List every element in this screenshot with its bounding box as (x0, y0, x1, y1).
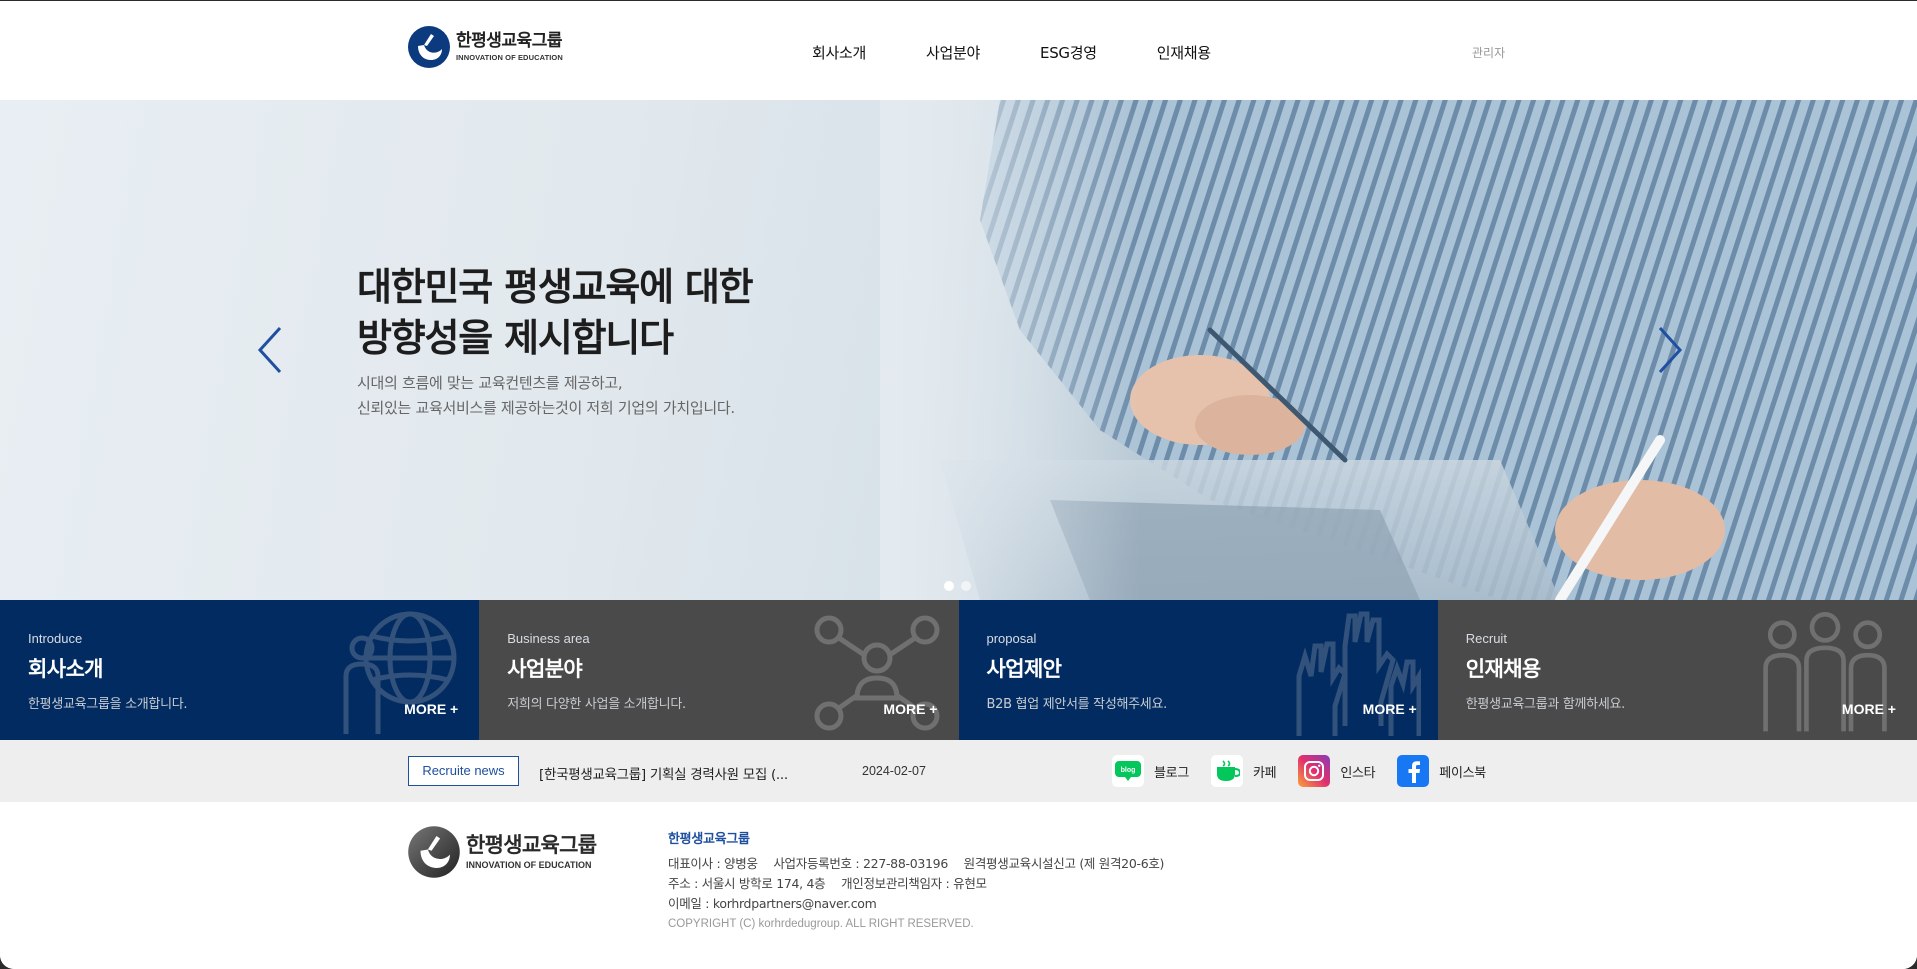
footer-email: 이메일 : korhrdpartners@naver.com (668, 896, 877, 911)
hero-subtitle-line-1: 시대의 흐름에 맞는 교육컨텐츠를 제공하고, (357, 374, 623, 392)
news-bar: Recruite news [한국평생교육그룹] 기획실 경력사원 모집 (..… (0, 740, 1917, 802)
footer-privacy-officer: 개인정보관리책임자 : 유현모 (841, 876, 987, 891)
footer-logo-english-text: INNOVATION OF EDUCATION (466, 859, 592, 870)
hero-subtitle: 시대의 흐름에 맞는 교육컨텐츠를 제공하고, 신뢰있는 교육서비스를 제공하는… (357, 371, 877, 421)
quick-more-link[interactable]: MORE + (883, 701, 937, 717)
hero-title: 대한민국 평생교육에 대한 방향성을 제시합니다 (357, 262, 877, 364)
site-header: 한평생교육그룹 INNOVATION OF EDUCATION 회사소개 사업분… (0, 0, 1917, 100)
footer-line-1: 대표이사 : 양병웅 사업자등록번호 : 227-88-03196 원격평생교육… (668, 854, 1164, 874)
footer-logo-mark-icon (408, 826, 460, 878)
news-headline-link[interactable]: [한국평생교육그룹] 기획실 경력사원 모집 (... (539, 763, 788, 783)
blog-icon: blog (1112, 755, 1144, 787)
footer-address: 주소 : 서울시 방학로 174, 4층 (668, 876, 826, 891)
sns-blog-link[interactable]: blog 블로그 (1112, 755, 1189, 787)
sns-label: 페이스북 (1439, 765, 1486, 781)
sns-cafe-link[interactable]: 카페 (1210, 755, 1277, 787)
quick-more-link[interactable]: MORE + (404, 701, 458, 717)
nav-item-company[interactable]: 회사소개 (812, 42, 866, 63)
instagram-icon (1298, 755, 1331, 787)
sns-facebook-link[interactable]: 페이스북 (1397, 755, 1486, 787)
quick-desc: 저희의 다양한 사업을 소개합니다. (507, 697, 686, 712)
quick-desc: 한평생교육그룹과 함께하세요. (1465, 697, 1626, 712)
site-footer: 한평생교육그룹 INNOVATION OF EDUCATION 한평생교육그룹 … (0, 802, 1917, 969)
footer-company-name: 한평생교육그룹 (668, 832, 750, 847)
slider-prev-arrow-icon[interactable] (250, 320, 290, 380)
hero-title-line-1: 대한민국 평생교육에 대한 (357, 265, 754, 309)
logo-mark-icon (408, 26, 450, 68)
quick-en-label: proposal (986, 631, 1037, 646)
footer-line-3: 이메일 : korhrdpartners@naver.com (668, 894, 1164, 914)
sns-label: 인스타 (1340, 765, 1376, 781)
quick-en-label: Business area (507, 631, 590, 646)
hero-slider: 대한민국 평생교육에 대한 방향성을 제시합니다 시대의 흐름에 맞는 교육컨텐… (0, 100, 1917, 600)
quick-more-link[interactable]: MORE + (1363, 701, 1417, 717)
quick-menu: Introduce 회사소개 한평생교육그룹을 소개합니다. MORE + Bu… (0, 600, 1917, 740)
page: 한평생교육그룹 INNOVATION OF EDUCATION 회사소개 사업분… (0, 0, 1917, 969)
footer-business-number: 사업자등록번호 : 227-88-03196 (773, 856, 948, 871)
quick-title: 인재채용 (1465, 657, 1541, 681)
svg-text:blog: blog (1121, 767, 1136, 774)
admin-link[interactable]: 관리자 (1472, 44, 1505, 61)
news-date: 2024-02-07 (862, 764, 926, 778)
quick-title: 사업분야 (507, 657, 583, 681)
slider-next-arrow-icon[interactable] (1650, 320, 1690, 380)
footer-ceo: 대표이사 : 양병웅 (668, 856, 758, 871)
quick-desc: 한평생교육그룹을 소개합니다. (28, 697, 188, 712)
logo-english-text: INNOVATION OF EDUCATION (456, 52, 563, 62)
quick-more-link[interactable]: MORE + (1842, 701, 1896, 717)
slider-pagination (944, 581, 978, 591)
sns-instagram-link[interactable]: 인스타 (1298, 755, 1376, 787)
footer-facility-registration: 원격평생교육시설신고 (제 원격20-6호) (963, 856, 1165, 871)
hero-title-line-2: 방향성을 제시합니다 (357, 316, 674, 360)
hero-subtitle-line-2: 신뢰있는 교육서비스를 제공하는것이 저희 기업의 가치입니다. (357, 399, 735, 417)
main-nav: 회사소개 사업분야 ESG경영 인재채용 (812, 42, 1211, 63)
nav-item-recruit[interactable]: 인재채용 (1157, 42, 1211, 63)
facebook-icon (1397, 755, 1430, 787)
header-logo[interactable]: 한평생교육그룹 INNOVATION OF EDUCATION (407, 25, 563, 69)
footer-logo-korean-text: 한평생교육그룹 (466, 832, 597, 857)
quick-title: 사업제안 (986, 657, 1062, 681)
footer-line-2: 주소 : 서울시 방학로 174, 4층 개인정보관리책임자 : 유현모 (668, 874, 1164, 894)
quick-desc: B2B 협업 제안서를 작성해주세요. (986, 697, 1168, 712)
quick-en-label: Introduce (28, 631, 83, 646)
footer-logo: 한평생교육그룹 INNOVATION OF EDUCATION (407, 825, 597, 879)
quick-title: 회사소개 (28, 657, 103, 681)
recruit-news-badge[interactable]: Recruite news (408, 756, 519, 786)
quick-box-introduce[interactable]: Introduce 회사소개 한평생교육그룹을 소개합니다. MORE + (0, 600, 480, 740)
slider-dot-1[interactable] (944, 581, 954, 591)
quick-box-business[interactable]: Business area 사업분야 저희의 다양한 사업을 소개합니다. MO… (479, 600, 959, 740)
quick-en-label: Recruit (1465, 631, 1507, 646)
sns-links: blog 블로그 카페 인스타 페이스북 (1112, 755, 1486, 787)
quick-box-proposal[interactable]: proposal 사업제안 B2B 협업 제안서를 작성해주세요. MORE + (958, 600, 1438, 740)
nav-item-business[interactable]: 사업분야 (926, 42, 980, 63)
footer-company-info: 한평생교육그룹 대표이사 : 양병웅 사업자등록번호 : 227-88-0319… (668, 828, 1164, 930)
logo-korean-text: 한평생교육그룹 (456, 30, 562, 51)
cafe-icon (1210, 755, 1243, 787)
footer-copyright: COPYRIGHT (C) korhrdedugroup. ALL RIGHT … (668, 918, 974, 930)
nav-item-esg[interactable]: ESG경영 (1040, 42, 1097, 63)
sns-label: 카페 (1252, 765, 1277, 781)
quick-box-recruit[interactable]: Recruit 인재채용 한평생교육그룹과 함께하세요. MORE + (1437, 600, 1917, 740)
sns-label: 블로그 (1154, 765, 1189, 781)
slider-dot-2[interactable] (961, 581, 971, 591)
